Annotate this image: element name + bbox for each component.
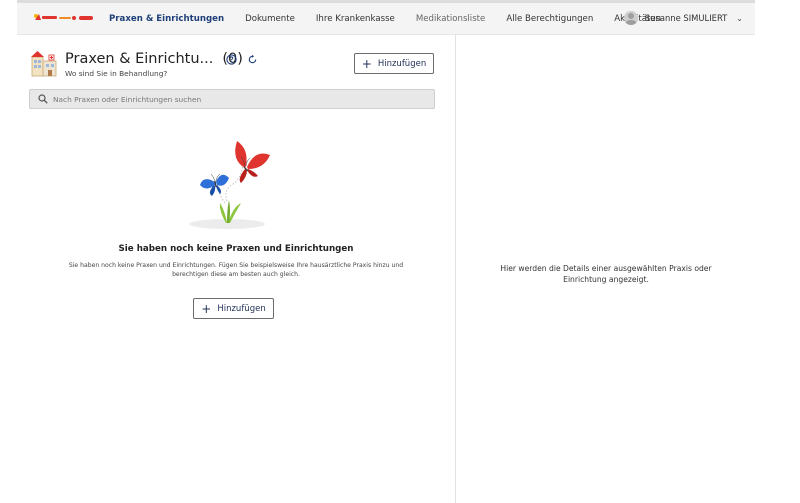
search-icon	[38, 94, 48, 104]
nav-medikationsliste[interactable]: Medikationsliste	[416, 14, 485, 24]
user-menu[interactable]: Susanne SIMULIERT ⌄	[623, 8, 743, 28]
add-button-label: Hinzufügen	[217, 303, 266, 314]
add-button-header[interactable]: + Hinzufügen	[354, 53, 434, 74]
nav-krankenkasse[interactable]: Ihre Krankenkasse	[316, 14, 395, 24]
empty-state-title: Sie haben noch keine Praxen und Einricht…	[118, 244, 354, 254]
butterflies-illustration	[189, 141, 270, 229]
list-panel: Praxen & Einrichtu... (0) Wo sind Sie in …	[17, 34, 455, 503]
detail-placeholder-text: Hier werden die Details einer ausgewählt…	[500, 264, 712, 284]
add-button-empty-state[interactable]: + Hinzufügen	[193, 298, 274, 319]
nav-dokumente[interactable]: Dokumente	[245, 14, 295, 24]
main-nav: Praxen & Einrichtungen Dokumente Ihre Kr…	[109, 3, 682, 34]
help-icon[interactable]	[226, 54, 237, 65]
chevron-down-icon: ⌄	[736, 13, 743, 23]
avatar	[623, 11, 638, 25]
refresh-icon[interactable]	[247, 54, 258, 65]
clinic-building-icon	[31, 51, 57, 77]
page-subtitle: Wo sind Sie in Behandlung?	[65, 69, 168, 78]
add-button-label: Hinzufügen	[377, 58, 427, 69]
nav-praxen-einrichtungen[interactable]: Praxen & Einrichtungen	[109, 14, 224, 24]
plus-icon: +	[361, 56, 372, 71]
nav-berechtigungen[interactable]: Alle Berechtigungen	[506, 14, 593, 24]
user-name: Susanne SIMULIERT	[644, 13, 728, 23]
search-bar	[29, 89, 435, 109]
search-input[interactable]	[53, 94, 423, 104]
app-logo[interactable]	[33, 11, 95, 25]
page-title-text: Praxen & Einrichtu...	[65, 51, 214, 67]
page-title: Praxen & Einrichtu... (0)	[65, 51, 243, 67]
top-navigation-bar: Praxen & Einrichtungen Dokumente Ihre Kr…	[17, 3, 755, 35]
app-window: Praxen & Einrichtungen Dokumente Ihre Kr…	[17, 0, 755, 503]
plus-icon: +	[201, 301, 212, 316]
detail-panel: Hier werden die Details einer ausgewählt…	[456, 34, 755, 503]
empty-state-text: Sie haben noch keine Praxen und Einricht…	[68, 262, 404, 278]
